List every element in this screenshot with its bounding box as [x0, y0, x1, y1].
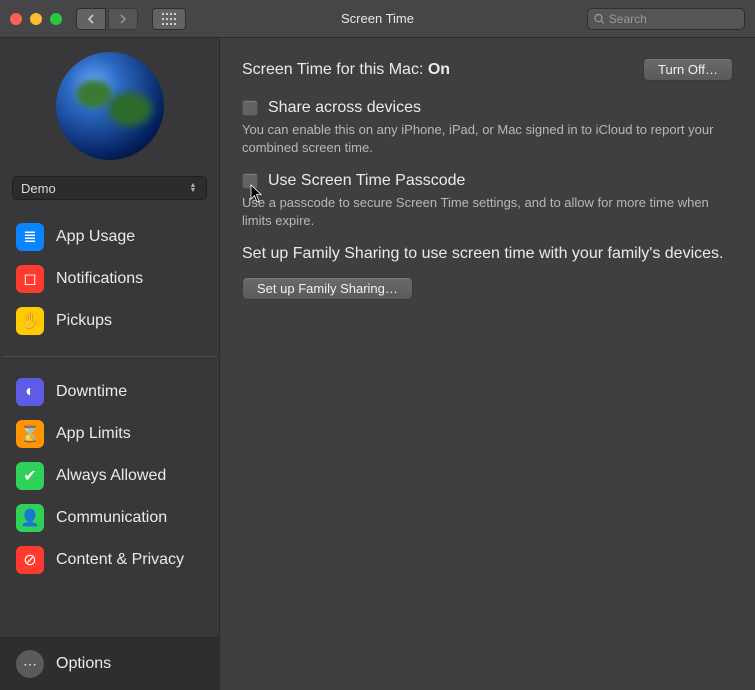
status-value: On [428, 61, 450, 78]
show-all-prefs-button[interactable] [152, 8, 186, 30]
account-select-value: Demo [21, 181, 56, 196]
app-usage-icon: ≣ [16, 223, 44, 251]
forward-button[interactable] [108, 8, 138, 30]
sidebar-item-communication[interactable]: 👤 Communication [8, 497, 211, 539]
share-across-devices-row[interactable]: Share across devices [242, 99, 733, 117]
sidebar-item-content-privacy[interactable]: ⊘ Content & Privacy [8, 539, 211, 581]
search-input[interactable] [609, 12, 738, 26]
sidebar-item-label: Pickups [56, 312, 112, 330]
chevron-right-icon [119, 14, 127, 24]
screen-time-status: Screen Time for this Mac: On [242, 61, 450, 79]
use-passcode-row[interactable]: Use Screen Time Passcode [242, 172, 733, 190]
back-button[interactable] [76, 8, 106, 30]
share-across-devices-label: Share across devices [268, 99, 421, 117]
avatar-area [0, 38, 219, 170]
sidebar-divider [2, 356, 217, 357]
sidebar-item-label: Downtime [56, 383, 127, 401]
sidebar-item-label: Options [56, 655, 111, 673]
chevron-left-icon [87, 14, 95, 24]
setup-family-sharing-button[interactable]: Set up Family Sharing… [242, 277, 413, 300]
sidebar-item-label: Notifications [56, 270, 143, 288]
sidebar-item-app-limits[interactable]: ⌛ App Limits [8, 413, 211, 455]
grid-icon [162, 13, 176, 25]
updown-icon: ▲▼ [188, 183, 198, 193]
sidebar-item-always-allowed[interactable]: ✔ Always Allowed [8, 455, 211, 497]
close-window-button[interactable] [10, 13, 22, 25]
use-passcode-checkbox[interactable] [242, 173, 258, 189]
status-prefix: Screen Time for this Mac: [242, 61, 428, 78]
notifications-icon: ◻ [16, 265, 44, 293]
content-privacy-icon: ⊘ [16, 546, 44, 574]
sidebar-section-usage: ≣ App Usage ◻ Notifications ✋ Pickups [0, 210, 219, 348]
search-field-wrap[interactable] [587, 8, 745, 30]
share-across-devices-desc: You can enable this on any iPhone, iPad,… [242, 121, 733, 156]
minimize-window-button[interactable] [30, 13, 42, 25]
fullscreen-window-button[interactable] [50, 13, 62, 25]
communication-icon: 👤 [16, 504, 44, 532]
account-select[interactable]: Demo ▲▼ [12, 176, 207, 200]
sidebar-item-notifications[interactable]: ◻ Notifications [8, 258, 211, 300]
sidebar-item-app-usage[interactable]: ≣ App Usage [8, 216, 211, 258]
sidebar-item-label: Content & Privacy [56, 551, 184, 569]
turn-off-button[interactable]: Turn Off… [643, 58, 733, 81]
use-passcode-desc: Use a passcode to secure Screen Time set… [242, 194, 733, 229]
sidebar-item-label: Communication [56, 509, 167, 527]
sidebar-item-label: App Usage [56, 228, 135, 246]
status-row: Screen Time for this Mac: On Turn Off… [242, 58, 733, 81]
always-allowed-icon: ✔ [16, 462, 44, 490]
downtime-icon: ◐ [16, 378, 44, 406]
account-avatar[interactable] [56, 52, 164, 160]
share-across-devices-checkbox[interactable] [242, 100, 258, 116]
titlebar: Screen Time [0, 0, 755, 38]
pickups-icon: ✋ [16, 307, 44, 335]
sidebar-section-limits: ◐ Downtime ⌛ App Limits ✔ Always Allowed 👤 Comm… [0, 365, 219, 587]
search-icon [594, 13, 605, 25]
sidebar-item-options[interactable]: ⋯ Options [0, 637, 219, 690]
app-limits-icon: ⌛ [16, 420, 44, 448]
family-sharing-text: Set up Family Sharing to use screen time… [242, 245, 733, 263]
sidebar: Demo ▲▼ ≣ App Usage ◻ Notifications ✋ Pickups… [0, 38, 220, 690]
sidebar-item-pickups[interactable]: ✋ Pickups [8, 300, 211, 342]
grid-button-group [152, 8, 186, 30]
main-pane: Screen Time for this Mac: On Turn Off… S… [220, 38, 755, 690]
sidebar-item-label: App Limits [56, 425, 131, 443]
options-icon: ⋯ [16, 650, 44, 678]
sidebar-item-label: Always Allowed [56, 467, 166, 485]
window-controls [10, 13, 62, 25]
use-passcode-label: Use Screen Time Passcode [268, 172, 465, 190]
sidebar-item-downtime[interactable]: ◐ Downtime [8, 371, 211, 413]
nav-buttons [76, 8, 138, 30]
